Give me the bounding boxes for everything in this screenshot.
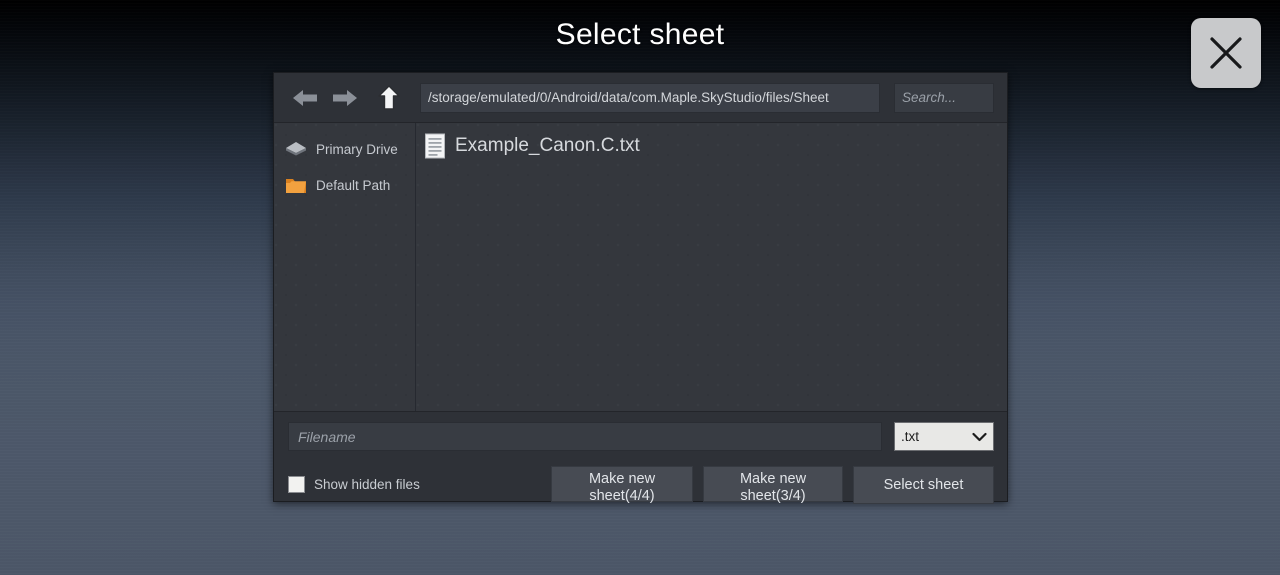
arrow-right-icon (333, 89, 357, 106)
sidebar-item-label: Primary Drive (316, 141, 398, 157)
filetype-select[interactable]: .txt (894, 422, 994, 451)
folder-icon (286, 178, 306, 193)
sidebar-item-default-path[interactable]: Default Path (274, 167, 415, 203)
dialog-toolbar (274, 73, 1007, 123)
filetype-value: .txt (901, 429, 920, 444)
forward-button[interactable] (328, 82, 362, 114)
text-file-icon (425, 133, 445, 159)
show-hidden-checkbox[interactable] (288, 475, 305, 493)
file-list-item[interactable]: Example_Canon.C.txt (416, 127, 1007, 165)
search-input[interactable] (894, 82, 994, 113)
filename-input[interactable] (288, 422, 882, 451)
sidebar: Primary Drive Default Path (274, 123, 416, 411)
sidebar-item-primary-drive[interactable]: Primary Drive (274, 131, 415, 167)
path-input[interactable] (420, 82, 880, 113)
make-new-sheet-3-button[interactable]: Make new sheet(3/4) (703, 466, 843, 504)
drive-icon (286, 142, 306, 156)
dialog-footer: .txt Show hidden files Make new sheet(4/… (274, 411, 1007, 504)
file-name: Example_Canon.C.txt (455, 135, 640, 156)
back-button[interactable] (288, 82, 322, 114)
filename-row: .txt (288, 422, 994, 451)
dialog-body: Primary Drive Default Path Example_Canon… (274, 123, 1007, 411)
close-button[interactable] (1191, 18, 1261, 88)
arrow-up-icon (378, 84, 400, 110)
close-icon (1210, 37, 1242, 69)
select-sheet-button[interactable]: Select sheet (853, 466, 994, 504)
file-browser-dialog: Primary Drive Default Path (273, 72, 1008, 504)
make-new-sheet-4-button[interactable]: Make new sheet(4/4) (551, 466, 693, 504)
page-title: Select sheet (555, 18, 725, 51)
up-directory-button[interactable] (372, 82, 406, 114)
chevron-down-icon (972, 432, 987, 441)
file-list: Example_Canon.C.txt (416, 123, 1007, 411)
show-hidden-label: Show hidden files (314, 476, 420, 492)
arrow-left-icon (293, 89, 317, 106)
sidebar-item-label: Default Path (316, 177, 391, 193)
actions-row: Show hidden files Make new sheet(4/4) Ma… (288, 464, 994, 504)
show-hidden-files-toggle[interactable]: Show hidden files (288, 475, 541, 493)
